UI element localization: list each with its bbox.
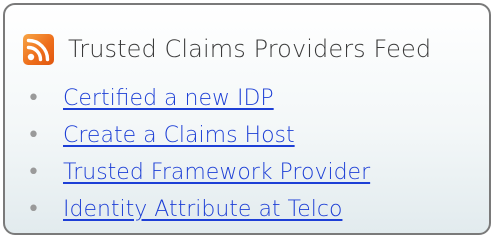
feed-link-identity-attribute[interactable]: Identity Attribute at Telco bbox=[63, 197, 342, 222]
feed-panel: Trusted Claims Providers Feed • Certifie… bbox=[3, 3, 491, 235]
feed-header: Trusted Claims Providers Feed bbox=[23, 32, 431, 66]
bullet: • bbox=[27, 86, 40, 111]
feed-title: Trusted Claims Providers Feed bbox=[68, 35, 432, 63]
feed-list: • Certified a new IDP • Create a Claims … bbox=[27, 80, 370, 228]
feed-link-claims-host[interactable]: Create a Claims Host bbox=[63, 123, 295, 148]
list-item: • Trusted Framework Provider bbox=[27, 154, 370, 191]
list-item: • Certified a new IDP bbox=[27, 80, 370, 117]
bullet: • bbox=[27, 197, 40, 222]
bullet: • bbox=[27, 123, 40, 148]
feed-link-framework-provider[interactable]: Trusted Framework Provider bbox=[63, 160, 370, 185]
list-item: • Create a Claims Host bbox=[27, 117, 370, 154]
rss-icon[interactable] bbox=[23, 33, 54, 65]
feed-link-certified-idp[interactable]: Certified a new IDP bbox=[63, 86, 274, 111]
list-item: • Identity Attribute at Telco bbox=[27, 191, 370, 228]
bullet: • bbox=[27, 160, 40, 185]
